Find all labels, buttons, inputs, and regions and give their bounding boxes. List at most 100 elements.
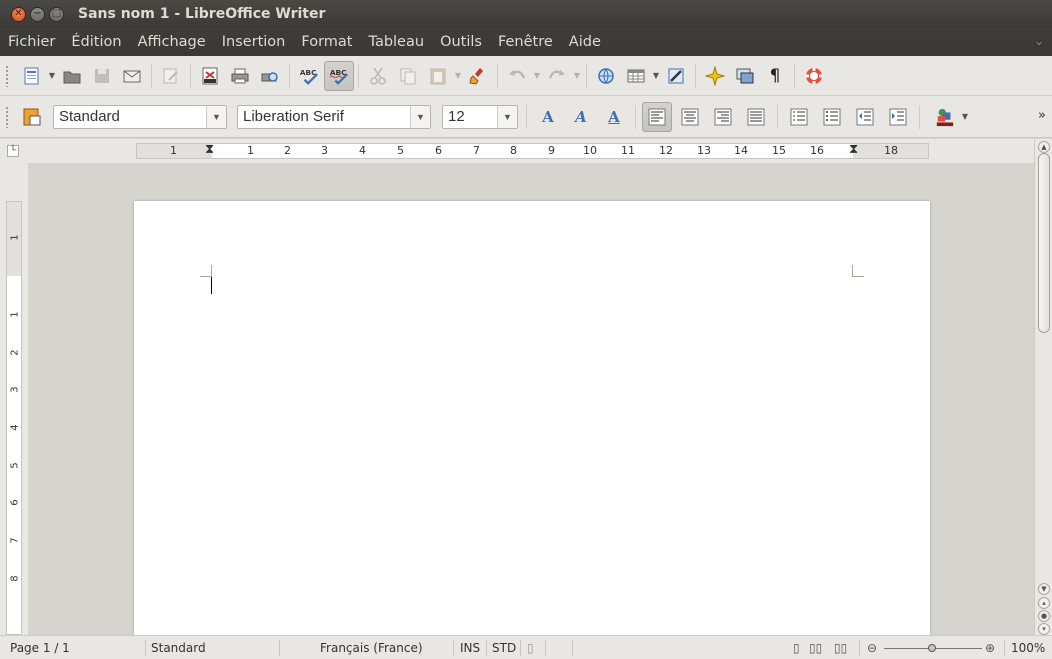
bold-button[interactable]: A (533, 102, 563, 132)
autospellcheck-icon: ABC (329, 68, 348, 85)
toolbar-grip[interactable] (5, 64, 9, 87)
vertical-scrollbar[interactable]: ▲ ▼ ▴ ● ▾ (1034, 139, 1052, 635)
save-icon (95, 68, 109, 83)
menu-affichage[interactable]: Affichage (130, 28, 214, 56)
menu-fenetre[interactable]: Fenêtre (490, 28, 561, 56)
close-window-button[interactable]: ✕ (11, 6, 26, 22)
navigation-button[interactable]: ● (1038, 610, 1050, 622)
single-page-view-icon[interactable]: ▯ (793, 636, 800, 659)
insert-mode-indicator[interactable]: INS (460, 636, 480, 659)
font-size-combobox[interactable]: 12 ▼ (442, 104, 518, 129)
paragraph-style-combobox[interactable]: Standard ▼ (53, 104, 227, 129)
language-indicator[interactable]: Français (France) (320, 636, 423, 659)
menu-format[interactable]: Format (293, 28, 360, 56)
menu-edition[interactable]: Édition (63, 28, 129, 56)
spellcheck-button[interactable]: ABC (294, 61, 324, 91)
background-color-dropdown-chevron-icon[interactable]: ▼ (960, 112, 970, 121)
menu-outils[interactable]: Outils (432, 28, 490, 56)
justify-button[interactable] (741, 102, 771, 132)
italic-button[interactable]: A (566, 102, 596, 132)
draw-functions-button[interactable] (661, 61, 691, 91)
align-right-button[interactable] (708, 102, 738, 132)
print-preview-button[interactable] (255, 61, 285, 91)
paragraph-style-dropdown-icon[interactable]: ▼ (206, 105, 226, 128)
email-document-button[interactable] (117, 61, 147, 91)
underline-button[interactable]: A (599, 102, 629, 132)
menu-aide[interactable]: Aide (561, 28, 609, 56)
left-indent-marker-icon[interactable]: ⧗ (205, 143, 214, 157)
page-indicator[interactable]: Page 1 / 1 (10, 636, 70, 659)
background-color-button[interactable] (930, 102, 960, 132)
paste-button[interactable] (423, 61, 453, 91)
help-button[interactable] (799, 61, 829, 91)
align-left-button[interactable] (642, 101, 672, 132)
scrollbar-thumb[interactable] (1038, 153, 1050, 333)
menu-fichier[interactable]: Fichier (0, 28, 63, 56)
font-name-combobox[interactable]: Liberation Serif ▼ (237, 104, 431, 129)
table-dropdown-chevron-icon[interactable]: ▼ (651, 71, 661, 80)
page-style-indicator[interactable]: Standard (151, 636, 206, 659)
bullets-button[interactable] (817, 102, 847, 132)
maximize-window-button[interactable]: □ (49, 6, 64, 22)
vertical-ruler[interactable]: 1 1 2 3 4 5 6 7 8 (0, 163, 28, 635)
autospellcheck-toggle[interactable]: ABC (324, 60, 354, 91)
redo-button[interactable] (542, 61, 572, 91)
ruler-number: 8 (510, 144, 517, 157)
scroll-down-button[interactable]: ▼ (1038, 583, 1050, 595)
edit-file-button[interactable] (156, 61, 186, 91)
tab-stop-type-icon[interactable]: └ (7, 145, 19, 157)
toolbar-overflow-icon[interactable]: » (1038, 108, 1046, 123)
font-name-dropdown-icon[interactable]: ▼ (410, 105, 430, 128)
numbering-button[interactable] (784, 102, 814, 132)
copy-button[interactable] (393, 61, 423, 91)
scroll-up-button[interactable]: ▲ (1038, 141, 1050, 153)
export-pdf-button[interactable] (195, 61, 225, 91)
toolbar-grip[interactable] (5, 105, 9, 128)
right-indent-marker-icon[interactable]: ⧗ (849, 143, 858, 157)
formatting-marks-button[interactable]: ¶ (760, 61, 790, 91)
open-button[interactable] (57, 61, 87, 91)
hyperlink-button[interactable] (591, 61, 621, 91)
zoom-in-icon[interactable]: ⊕ (985, 636, 995, 659)
minimize-window-button[interactable]: − (30, 6, 45, 22)
selection-mode-indicator[interactable]: STD (492, 636, 516, 659)
undo-dropdown-chevron-icon[interactable]: ▼ (532, 71, 542, 80)
clipboard-icon (430, 68, 446, 84)
clone-formatting-button[interactable] (463, 61, 493, 91)
increase-indent-button[interactable] (883, 102, 913, 132)
ruler-number: 1 (9, 234, 21, 241)
horizontal-ruler[interactable]: 1 ⧗ 1 2 3 4 5 6 7 8 9 10 11 12 13 14 15 … (28, 139, 1034, 163)
save-button[interactable] (87, 61, 117, 91)
new-document-button[interactable] (17, 61, 47, 91)
zoom-out-icon[interactable]: ⊖ (867, 636, 877, 659)
gallery-button[interactable] (730, 61, 760, 91)
text-cursor (211, 277, 212, 294)
navigator-button[interactable] (700, 61, 730, 91)
zoom-slider-knob[interactable] (928, 644, 936, 652)
menu-overflow-chevron-icon[interactable]: ⌄ (1034, 34, 1044, 48)
cut-button[interactable] (363, 61, 393, 91)
font-size-dropdown-icon[interactable]: ▼ (497, 105, 517, 128)
align-center-button[interactable] (675, 102, 705, 132)
document-canvas[interactable] (28, 163, 1034, 635)
new-dropdown-chevron-icon[interactable]: ▼ (47, 71, 57, 80)
zoom-level[interactable]: 100% (1011, 636, 1045, 659)
status-separator (572, 640, 573, 656)
paste-dropdown-chevron-icon[interactable]: ▼ (453, 71, 463, 80)
print-button[interactable] (225, 61, 255, 91)
multi-page-view-icon[interactable]: ▯▯ (809, 636, 822, 659)
menu-tableau[interactable]: Tableau (360, 28, 432, 56)
previous-page-button[interactable]: ▴ (1038, 597, 1050, 609)
undo-button[interactable] (502, 61, 532, 91)
edit-pencil-icon (163, 68, 178, 83)
menu-insertion[interactable]: Insertion (214, 28, 294, 56)
ruler-number: 7 (9, 537, 21, 544)
document-page[interactable] (134, 201, 930, 635)
book-view-icon[interactable]: ▯▯ (834, 636, 847, 659)
styles-formatting-button[interactable] (17, 102, 47, 132)
italic-icon: A (575, 107, 587, 126)
redo-dropdown-chevron-icon[interactable]: ▼ (572, 71, 582, 80)
insert-table-button[interactable] (621, 61, 651, 91)
next-page-button[interactable]: ▾ (1038, 623, 1050, 635)
decrease-indent-button[interactable] (850, 102, 880, 132)
